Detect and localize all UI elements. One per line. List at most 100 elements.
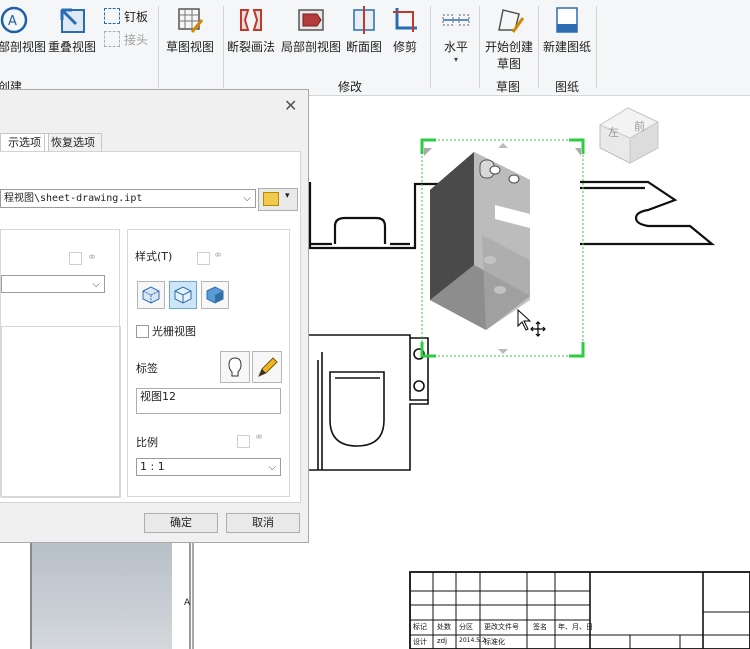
top-profile-view	[308, 182, 440, 250]
titleblock-header-cell: 更改文件号	[484, 623, 519, 631]
connect-icon	[104, 31, 120, 47]
titleblock-row-cell: 标准化	[484, 638, 505, 646]
shaded-icon	[206, 286, 224, 304]
component-group: ⚭ ⌵	[0, 229, 121, 498]
scale-combo[interactable]: 1 : 1 ⌵	[136, 458, 281, 476]
scale-label: 比例	[136, 436, 158, 449]
viewcube-left-face[interactable]: 左	[608, 124, 619, 140]
scale-value: 1 : 1	[140, 460, 165, 473]
cancel-button[interactable]: 取消	[226, 513, 300, 533]
break-label: 断裂画法	[226, 40, 275, 54]
break-out-icon	[298, 9, 324, 31]
right-profile-view	[580, 180, 716, 246]
horizontal-align-icon	[442, 14, 470, 26]
chevron-down-icon: ▾	[285, 191, 290, 201]
overlay-view-icon	[60, 8, 85, 33]
tab-recovery-options[interactable]: 恢复选项	[44, 133, 102, 152]
overlay-view-label: 重叠视图	[47, 40, 96, 54]
connect-button[interactable]: 接头	[104, 31, 148, 48]
isometric-part-preview	[430, 152, 530, 330]
horizontal-button[interactable]: 水平 ▾	[436, 4, 476, 65]
ribbon-separator	[223, 6, 224, 88]
view-label-field[interactable]: 视图12	[136, 388, 281, 414]
titleblock-header-cell: 处数	[437, 623, 451, 631]
representation-combo[interactable]: ⌵	[1, 275, 105, 293]
nail-label: 钉板	[124, 10, 149, 24]
hidden-lines-icon	[142, 286, 160, 304]
tab-panel: 程视图\sheet-drawing.ipt ⌵ ▾ ⚭ ⌵ 样式(T) ⚭ 光栅…	[0, 151, 301, 503]
ok-button[interactable]: 确定	[144, 513, 218, 533]
sketch-view-button[interactable]: 草图视图	[164, 4, 216, 55]
start-sketch-icon	[498, 9, 525, 33]
titleblock-row-cell: 设计	[413, 638, 427, 646]
slice-button[interactable]: 断面图	[344, 4, 384, 55]
raster-view-label: 光栅视图	[152, 325, 196, 338]
tab-display-options[interactable]: 示选项	[0, 133, 49, 152]
new-sheet-button[interactable]: 新建图纸	[541, 4, 593, 55]
ribbon-separator	[430, 6, 431, 88]
start-sketch-label-line1: 开始创建	[484, 40, 533, 54]
bulb-icon	[228, 357, 242, 377]
titleblock-row-cell: 2014.5.2	[459, 637, 486, 644]
crop-label: 修剪	[392, 40, 417, 54]
style-label: 样式(T)	[135, 250, 173, 263]
style-shaded-button[interactable]	[201, 281, 229, 309]
chevron-down-icon: ⌵	[268, 462, 276, 473]
chevron-down-icon: ⌵	[243, 193, 251, 204]
section-view-icon: A	[0, 6, 28, 34]
raster-view-checkbox[interactable]	[136, 325, 149, 338]
nail-button[interactable]: 钉板	[104, 8, 148, 25]
component-list	[1, 326, 121, 498]
open-file-button[interactable]: ▾	[258, 188, 298, 211]
link-icon: ⚭	[87, 250, 98, 264]
svg-text:A: A	[8, 14, 17, 29]
close-icon[interactable]: ✕	[284, 96, 297, 115]
front-view	[307, 334, 429, 471]
hidden-lines-removed-icon	[174, 286, 192, 304]
start-sketch-label-line2: 草图	[496, 57, 521, 71]
titleblock-row-cell: zdj	[437, 637, 448, 645]
crop-button[interactable]: 修剪	[389, 4, 421, 55]
horizontal-label: 水平	[443, 40, 468, 54]
style-hidden-lines-removed-button[interactable]	[169, 281, 197, 309]
group-label-modify: 修改	[338, 80, 363, 94]
group-label-sketch: 草图	[496, 80, 521, 94]
nail-icon	[104, 8, 120, 24]
break-out-button[interactable]: 局部剖视图	[280, 4, 342, 55]
titleblock-header-cell: 年、月、日	[558, 623, 593, 631]
style-hidden-lines-button[interactable]	[137, 281, 165, 309]
horizontal-dropdown-icon[interactable]: ▾	[436, 55, 476, 65]
edit-label-button[interactable]	[252, 351, 282, 383]
file-path-combo[interactable]: 程视图\sheet-drawing.ipt ⌵	[0, 189, 256, 208]
section-view-button[interactable]: A 局部剖视图	[0, 4, 46, 55]
ribbon: A 局部剖视图 重叠视图 钉板 接头 创建 草图视图 断裂画法	[0, 0, 750, 96]
label-visibility-button[interactable]	[220, 351, 250, 383]
overlay-view-button[interactable]: 重叠视图	[46, 4, 98, 55]
break-icon	[240, 9, 262, 31]
scale-from-base-checkbox[interactable]	[237, 435, 250, 448]
slice-label: 断面图	[345, 40, 382, 54]
chevron-down-icon: ⌵	[92, 279, 100, 290]
viewcube-front-face[interactable]: 前	[634, 118, 645, 134]
view-label-value: 视图12	[140, 390, 176, 403]
background-window-thumbnail	[30, 542, 172, 649]
move-cursor-icon	[530, 321, 546, 337]
file-path-value: 程视图\sheet-drawing.ipt	[4, 193, 143, 204]
start-sketch-button[interactable]: 开始创建 草图	[482, 4, 536, 72]
open-folder-icon	[263, 192, 279, 206]
drawing-view-dialog: ✕ 示选项 恢复选项 程视图\sheet-drawing.ipt ⌵ ▾ ⚭ ⌵…	[0, 89, 309, 543]
break-out-label: 局部剖视图	[280, 40, 341, 54]
new-sheet-icon	[556, 7, 578, 33]
style-from-base-checkbox[interactable]	[197, 252, 210, 265]
component-checkbox[interactable]	[69, 252, 82, 265]
break-button[interactable]: 断裂画法	[226, 4, 276, 55]
ribbon-separator	[538, 6, 539, 88]
new-sheet-label: 新建图纸	[542, 40, 591, 54]
link-icon: ⚭	[213, 248, 224, 262]
ribbon-separator	[596, 6, 597, 88]
view-label-label: 标签	[136, 362, 158, 375]
sketch-view-icon	[178, 8, 204, 33]
ribbon-separator	[479, 6, 480, 88]
titleblock-header-cell: 签名	[533, 623, 547, 631]
titleblock-header-cell: 标记	[413, 623, 427, 631]
